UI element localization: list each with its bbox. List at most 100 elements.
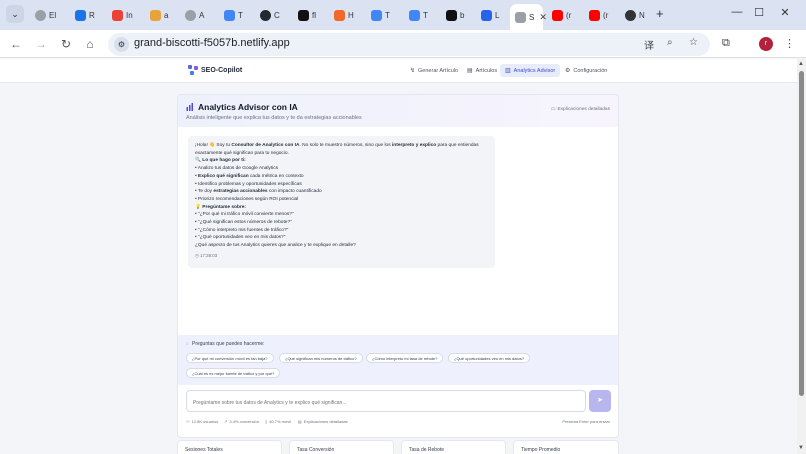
tab-search-menu-button[interactable]: ⌄	[6, 5, 24, 23]
address-bar[interactable]: ⚙ grand-biscotti-f5057b.netlify.app 译 ⌕ …	[108, 33, 710, 56]
brand-logo-icon	[188, 65, 198, 75]
tab-title: A	[199, 10, 205, 20]
browser-tab[interactable]: H	[329, 5, 354, 25]
tab-favicon-icon	[35, 9, 46, 21]
message-timestamp: ◷ 17:38:03	[195, 252, 218, 258]
suggested-questions: ◌ Preguntas que puedes hacerme: ¿Por qué…	[178, 335, 618, 385]
browser-tab[interactable]: T	[219, 5, 243, 25]
browser-tab[interactable]: fl	[293, 5, 316, 25]
suggestion-chip[interactable]: ¿Cómo interpreto mi tasa de rebote?	[366, 353, 444, 363]
stat-card-sessions: Sesiones Totales	[177, 440, 282, 454]
browser-tab[interactable]: El	[30, 5, 56, 25]
tab-favicon-icon	[224, 9, 235, 21]
scroll-thumb[interactable]	[799, 71, 804, 396]
detailed-explanations-label: Explicaciones detalladas	[557, 107, 610, 112]
send-button[interactable]: ➤	[589, 390, 611, 412]
tab-title: R	[89, 10, 95, 20]
reload-icon[interactable]: ↻	[58, 36, 74, 52]
browser-tab-active[interactable]: S ✕	[510, 4, 547, 30]
chat-bubble-icon: ◌	[186, 341, 189, 347]
browser-tab[interactable]: a	[145, 5, 168, 25]
suggestion-chip[interactable]: ¿Por qué mi conversión móvil es tan baja…	[186, 353, 274, 363]
scroll-up-icon[interactable]: ▲	[798, 61, 804, 67]
close-window-icon[interactable]: ✕	[776, 6, 794, 19]
tab-title: C	[274, 10, 280, 20]
tab-title: In	[126, 10, 133, 20]
menu-dots-icon[interactable]: ⋮	[784, 37, 795, 50]
nav-item-label: Generar Artículo	[418, 67, 459, 74]
forward-arrow-icon[interactable]: →	[33, 36, 49, 52]
nav-item-label: Configuración	[573, 67, 608, 74]
back-arrow-icon[interactable]: ←	[8, 36, 24, 52]
meta-stat: ▤ Explicaciones detalladas	[298, 419, 348, 424]
translate-icon[interactable]: 译	[644, 37, 654, 52]
meta-text: 3.4% conversión	[229, 419, 259, 424]
browser-tab[interactable]: C	[255, 5, 280, 25]
tab-title: El	[49, 10, 57, 20]
nav-item[interactable]: ↯ Generar Artículo	[405, 64, 463, 77]
meta-text: 12.8K usuarios	[191, 419, 219, 424]
new-tab-button[interactable]: +	[656, 6, 664, 21]
tab-title: T	[238, 10, 243, 20]
extensions-icon[interactable]: ⧉	[722, 37, 730, 50]
example-question: • "¿Por qué mi tráfico móvil convierte m…	[195, 212, 294, 218]
nav-item[interactable]: ▥ Analytics Advisor	[500, 64, 561, 77]
browser-tab[interactable]: L	[476, 5, 499, 25]
tab-favicon-icon	[481, 9, 492, 21]
meta-stat: ↗ 3.4% conversión	[224, 419, 259, 424]
home-icon[interactable]: ⌂	[82, 36, 98, 52]
send-icon: ➤	[597, 397, 603, 404]
nav-item-label: Artículos	[475, 67, 498, 74]
tab-favicon-icon	[334, 9, 345, 21]
assistant-message: ¡Hola! 👋 Soy tu Consultor de Analytics c…	[188, 136, 495, 268]
question-input[interactable]	[187, 393, 585, 413]
tab-title: H	[348, 10, 354, 20]
suggestion-chip[interactable]: ¿Cuál es mi mejor fuente de tráfico y po…	[186, 368, 281, 378]
suggested-questions-title: ◌ Preguntas que puedes hacerme:	[186, 341, 265, 347]
browser-toolbar: ← → ↻ ⌂ ⚙ grand-biscotti-f5057b.netlify.…	[0, 30, 806, 58]
browser-tab[interactable]: In	[107, 5, 133, 25]
tab-title: T	[423, 10, 428, 20]
browser-tab[interactable]: R	[70, 5, 95, 25]
browser-tab[interactable]: (r	[584, 5, 608, 25]
browser-tab[interactable]: (r	[547, 5, 571, 25]
tab-close-icon[interactable]: ✕	[539, 12, 547, 23]
bookmark-star-icon[interactable]: ☆	[689, 37, 698, 48]
question-input-box[interactable]	[186, 390, 586, 413]
tab-favicon-icon	[446, 9, 457, 21]
stat-card-bounce: Tasa de Rebote	[401, 440, 506, 454]
browser-tab[interactable]: b	[441, 5, 464, 25]
advisor-header: Analytics Advisor con IA Análisis inteli…	[178, 95, 618, 127]
browser-tab[interactable]: A	[180, 5, 204, 25]
example-question: • "¿Qué oportunidades veo en mis datos?"	[195, 235, 286, 241]
tab-favicon-icon	[589, 9, 600, 21]
browser-tab[interactable]: N	[620, 5, 645, 25]
maximize-icon[interactable]: ☐	[750, 6, 768, 19]
book-icon: ▭	[550, 107, 556, 112]
tab-title: N	[639, 10, 645, 20]
minimize-icon[interactable]: —	[728, 6, 746, 18]
suggestion-chip[interactable]: ¿Qué oportunidades veo en mis datos?	[448, 353, 531, 363]
meta-icon: ↗	[224, 419, 228, 424]
tab-favicon-icon	[552, 9, 563, 21]
browser-tab[interactable]: T	[366, 5, 390, 25]
page-scrollbar[interactable]: ▲ ▼	[797, 59, 806, 454]
tab-favicon-icon	[150, 9, 161, 21]
brand[interactable]: SEO-Copilot	[188, 65, 242, 75]
nav-item-icon: ▥	[505, 68, 511, 74]
browser-tab[interactable]: T	[404, 5, 428, 25]
profile-avatar[interactable]: r	[759, 37, 773, 51]
detailed-explanations-link[interactable]: ▭ Explicaciones detalladas	[551, 107, 610, 112]
meta-icon: ⚇	[186, 419, 190, 424]
tab-favicon-icon	[515, 11, 526, 23]
site-info-icon[interactable]: ⚙	[114, 37, 129, 52]
nav-item[interactable]: ▤ Artículos	[462, 64, 502, 77]
nav-item-icon: ↯	[410, 68, 416, 74]
meta-icon: ▯	[265, 419, 268, 424]
suggestion-chip[interactable]: ¿Qué significan mis números de tráfico?	[279, 353, 363, 363]
scroll-down-icon[interactable]: ▼	[798, 445, 804, 451]
zoom-icon[interactable]: ⌕	[667, 37, 673, 48]
tab-favicon-icon	[260, 9, 271, 21]
nav-item[interactable]: ⚙ Configuración	[560, 64, 612, 77]
ask-me-heading: 💡 Pregúntame sobre:	[195, 204, 247, 210]
